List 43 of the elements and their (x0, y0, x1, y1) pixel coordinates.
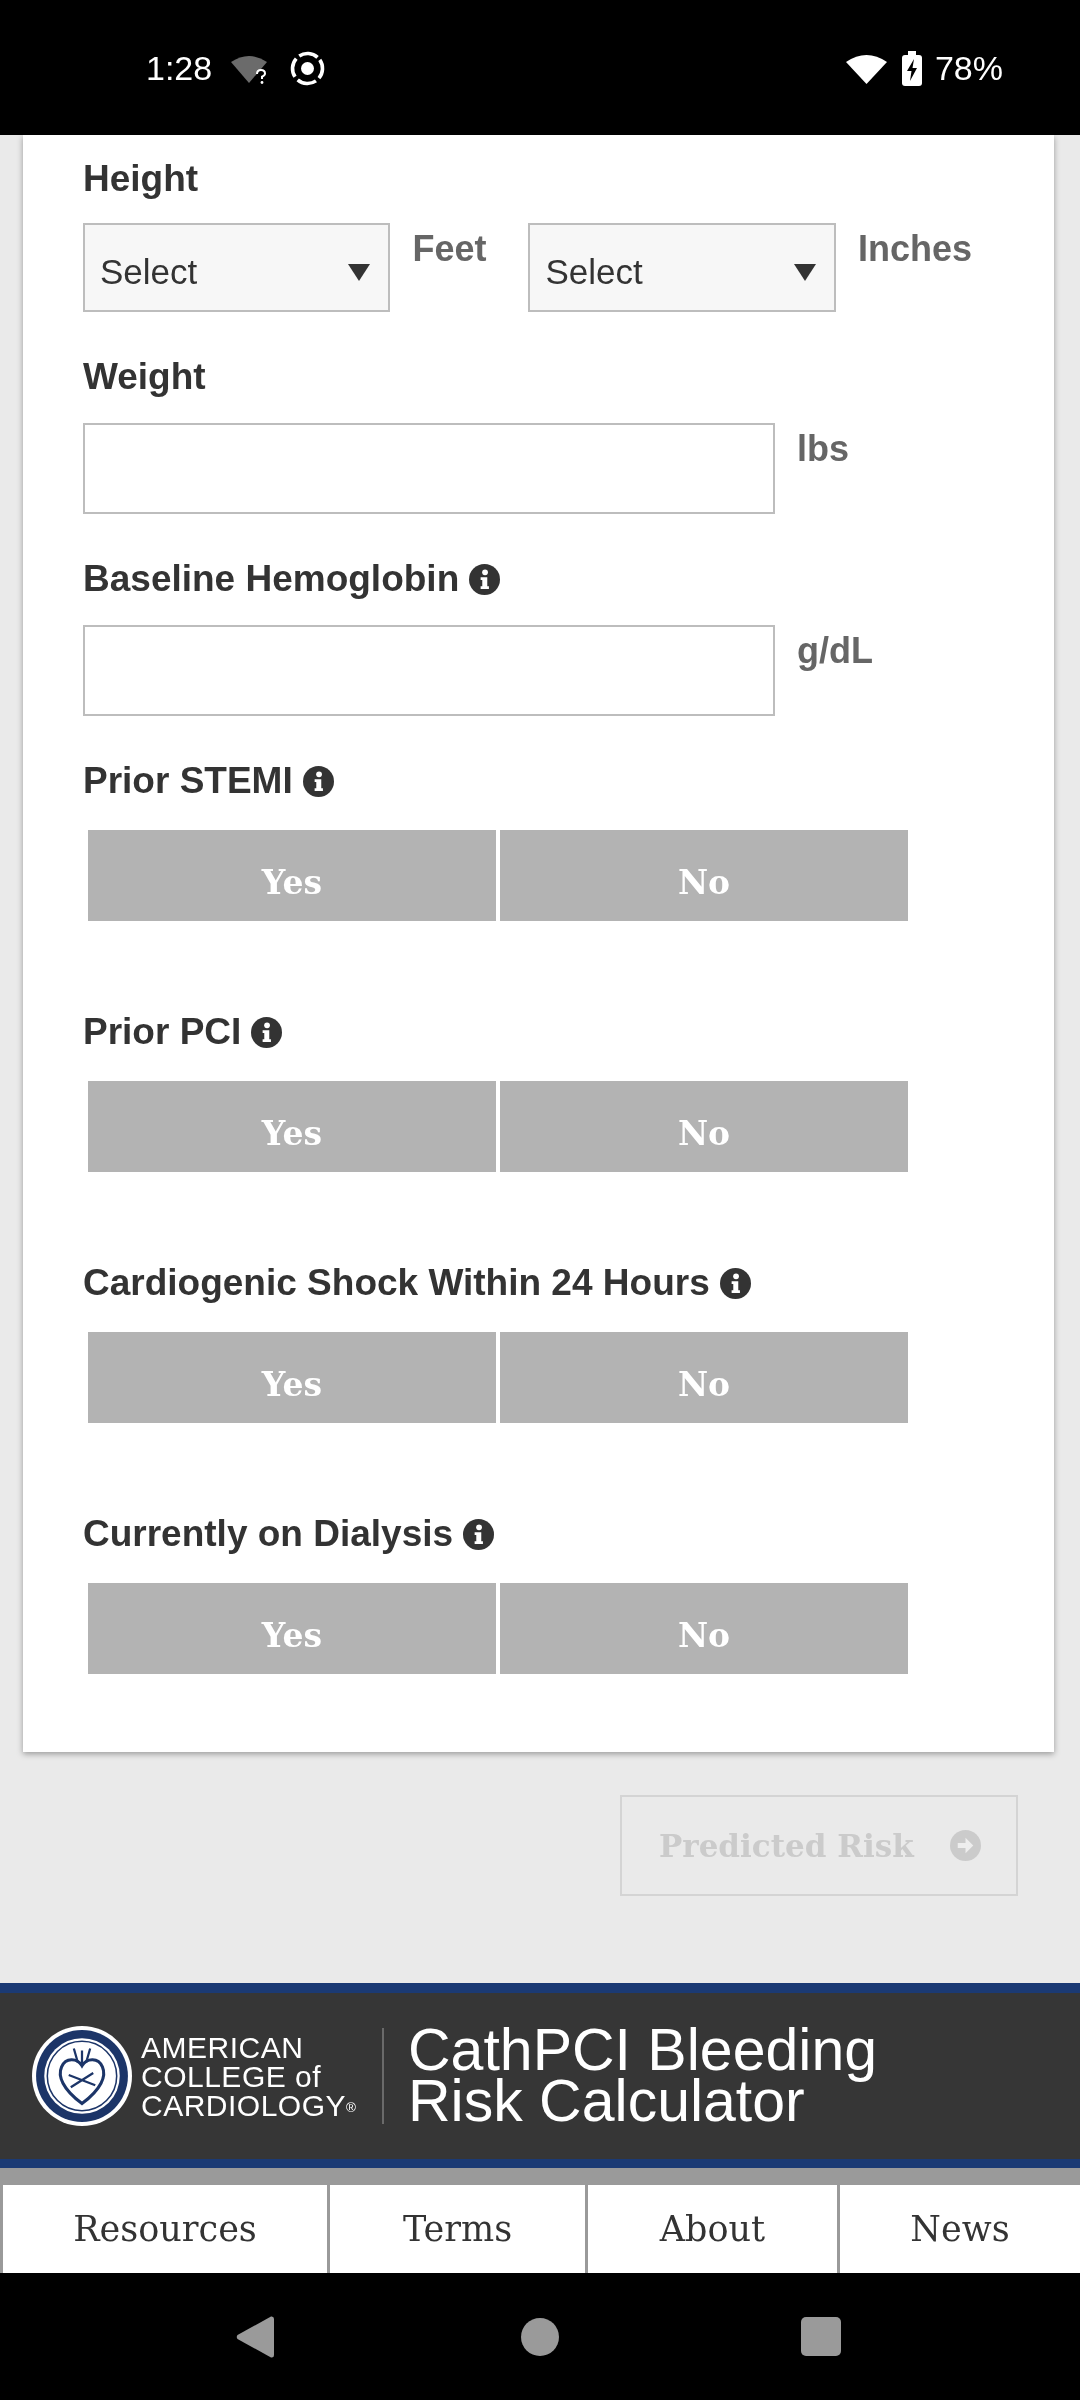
caret-icon (793, 263, 816, 281)
option-button[interactable]: No (500, 1583, 908, 1674)
input-field[interactable] (83, 423, 775, 514)
option-button[interactable]: Yes (88, 1332, 496, 1423)
home-icon[interactable] (521, 2317, 559, 2356)
battery-charging-icon (900, 51, 923, 86)
field-label: Currently on Dialysis (83, 1512, 454, 1556)
target-icon (290, 51, 326, 86)
info-icon[interactable] (719, 1267, 751, 1299)
app-title: CathPCI Bleeding Risk Calculator (408, 2025, 878, 2127)
info-icon[interactable] (463, 1518, 495, 1550)
back-icon[interactable] (236, 2315, 274, 2358)
wifi-icon (845, 53, 887, 84)
option-button[interactable]: Yes (88, 1081, 496, 1172)
nav-tab[interactable]: Terms (330, 2185, 585, 2273)
unit-label: g/dL (797, 630, 873, 672)
option-button[interactable]: No (500, 1081, 908, 1172)
option-button[interactable]: Yes (88, 1583, 496, 1674)
dropdown-field[interactable]: Select (528, 223, 836, 312)
field-label: Cardiogenic Shock Within 24 Hours (83, 1261, 710, 1305)
nav-tab[interactable]: About (588, 2185, 837, 2273)
input-field[interactable] (83, 625, 775, 716)
heart-seal-icon[interactable] (32, 2026, 132, 2126)
field-label: Baseline Hemoglobin (83, 557, 460, 601)
unit-label: lbs (797, 428, 849, 470)
info-icon[interactable] (302, 765, 334, 797)
field-label: Weight (83, 355, 206, 399)
status-time: 1:28 (146, 49, 213, 88)
battery-percent: 78% (934, 49, 1003, 88)
option-button[interactable]: No (500, 1332, 908, 1423)
field-label: Prior STEMI (83, 759, 293, 803)
dropdown-field[interactable]: Select (83, 223, 391, 312)
nav-tab[interactable]: Resources (3, 2185, 327, 2273)
option-button[interactable]: Yes (88, 830, 496, 921)
caret-icon (348, 263, 371, 281)
nav-tab[interactable]: News (840, 2185, 1080, 2273)
unit-label: Feet (412, 228, 487, 270)
field-label: Prior PCI (83, 1010, 242, 1054)
info-icon[interactable] (469, 563, 501, 595)
field-label: Height (83, 157, 199, 201)
info-icon[interactable] (251, 1016, 283, 1048)
unit-label: Inches (857, 228, 972, 270)
option-button[interactable]: No (500, 830, 908, 921)
